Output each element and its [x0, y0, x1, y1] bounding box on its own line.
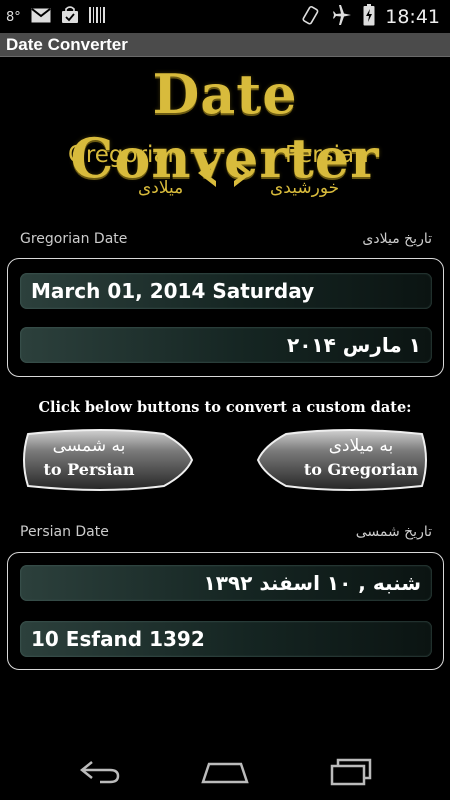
back-icon[interactable] [70, 756, 130, 786]
banner-persian-fa-label: خورشیدی [270, 178, 340, 198]
persian-date-field[interactable]: 10 Esfand 1392 [20, 621, 432, 657]
to-gregorian-en-label: to Gregorian [303, 460, 419, 479]
gregorian-date-fa-value: ۱ مارس ۲۰۱۴ [287, 333, 421, 357]
temperature-text: 8° [6, 9, 21, 25]
gregorian-date-field[interactable]: March 01, 2014 Saturday [20, 273, 432, 309]
battery-charging-icon [363, 4, 375, 30]
gregorian-date-fa-field[interactable]: ۱ مارس ۲۰۱۴ [20, 327, 432, 363]
persian-date-fa-field[interactable]: شنبه , ۱۰ اسفند ۱۳۹۲ [20, 565, 432, 601]
persian-date-label: Persian Date [20, 524, 109, 540]
gregorian-date-panel: March 01, 2014 Saturday ۱ مارس ۲۰۱۴ [7, 258, 444, 377]
persian-date-label-fa: تاریخ شمسی [355, 524, 432, 540]
gregorian-date-label-fa: تاریخ میلادی [362, 231, 432, 247]
status-bar: 8° 18:41 [0, 0, 450, 33]
banner-gregorian-label: Gregorian [68, 142, 183, 168]
swap-arrows-icon [192, 156, 258, 190]
banner-gregorian-fa-label: میلادی [138, 178, 184, 198]
to-gregorian-button[interactable]: به میلادی to Gregorian [256, 428, 436, 492]
to-persian-en-label: to Persian [43, 460, 135, 479]
persian-date-fa-value: شنبه , ۱۰ اسفند ۱۳۹۲ [203, 571, 421, 595]
instruction-text: Click below buttons to convert a custom … [38, 399, 412, 416]
banner-persian-label: Persian [285, 142, 369, 168]
shopping-bag-icon [61, 6, 79, 28]
app-title: Date Converter [6, 35, 128, 54]
to-persian-button[interactable]: به شمسی to Persian [14, 428, 194, 492]
home-icon[interactable] [195, 756, 255, 786]
status-left: 8° [6, 6, 107, 28]
gregorian-date-value: March 01, 2014 Saturday [31, 279, 315, 303]
recent-apps-icon[interactable] [320, 756, 380, 786]
gmail-icon [31, 7, 51, 27]
persian-date-value: 10 Esfand 1392 [31, 627, 205, 651]
airplane-icon [331, 5, 353, 29]
phone-rotate-icon [299, 4, 321, 30]
persian-date-panel: شنبه , ۱۰ اسفند ۱۳۹۲ 10 Esfand 1392 [7, 552, 444, 670]
title-bar: Date Converter [0, 33, 450, 57]
clock-text: 18:41 [385, 6, 440, 28]
to-gregorian-fa-label: به میلادی [328, 436, 394, 456]
barcode-icon [88, 7, 107, 27]
status-right: 18:41 [299, 4, 440, 30]
navigation-bar [0, 740, 450, 800]
to-persian-fa-label: به شمسی [52, 436, 126, 456]
gregorian-date-label: Gregorian Date [20, 231, 128, 247]
